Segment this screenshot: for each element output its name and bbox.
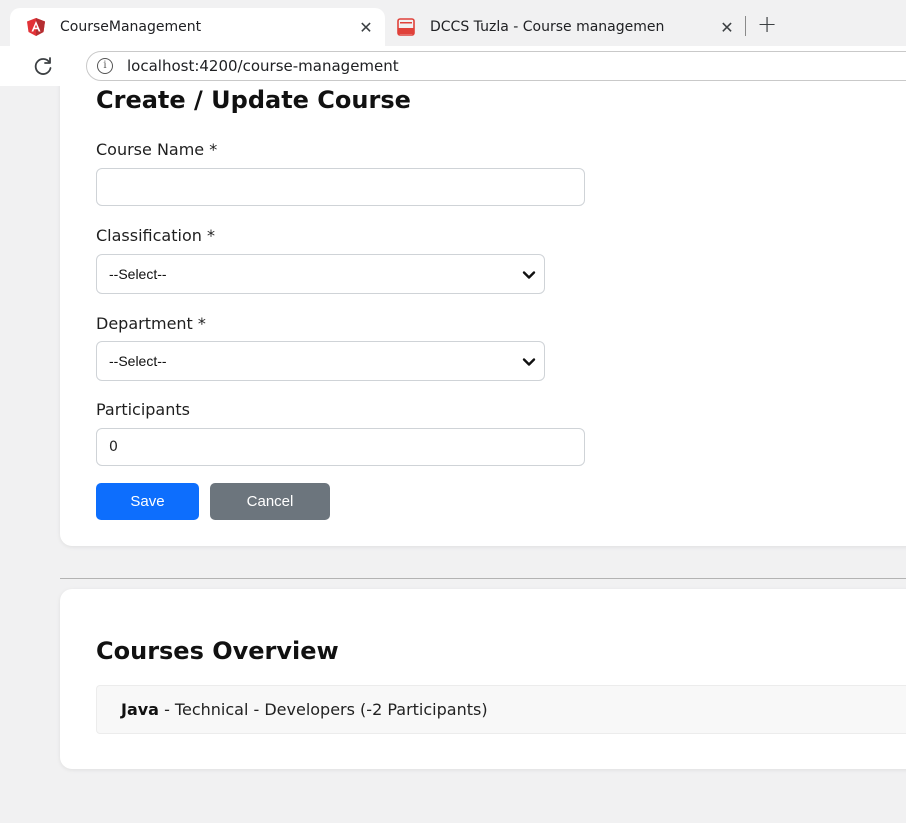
course-form-card: Create / Update Course Course Name * Cla…: [60, 86, 906, 546]
chevron-down-icon: [522, 358, 536, 366]
address-bar[interactable]: i localhost:4200/course-management: [86, 51, 906, 81]
course-name-label: Course Name *: [96, 140, 218, 159]
overview-title: Courses Overview: [96, 637, 339, 665]
section-divider: [60, 578, 906, 579]
department-label: Department *: [96, 314, 206, 333]
page-viewport: Create / Update Course Course Name * Cla…: [0, 86, 906, 823]
classification-selected-value: --Select--: [109, 266, 167, 282]
department-select[interactable]: --Select--: [96, 341, 545, 381]
participants-input[interactable]: [96, 428, 585, 466]
tab-title: CourseManagement: [60, 19, 202, 35]
url-text: localhost:4200/course-management: [127, 57, 399, 75]
course-name-input[interactable]: [96, 168, 585, 206]
tab-divider: [745, 16, 746, 36]
department-selected-value: --Select--: [109, 353, 167, 369]
course-name: Java: [121, 700, 159, 719]
form-title: Create / Update Course: [96, 86, 411, 114]
tab-bar: CourseManagement ✕ DCCS Tuzla - Course m…: [0, 0, 906, 46]
tab-title: DCCS Tuzla - Course managemen: [430, 19, 665, 35]
pdf-icon: [397, 18, 415, 36]
reload-icon[interactable]: [32, 55, 54, 77]
classification-label: Classification *: [96, 226, 215, 245]
tab-course-management[interactable]: CourseManagement ✕: [10, 8, 385, 46]
browser-toolbar: i localhost:4200/course-management: [0, 46, 906, 86]
tab-dccs-pdf[interactable]: DCCS Tuzla - Course managemen ✕: [392, 8, 777, 46]
chevron-down-icon: [522, 271, 536, 279]
close-icon[interactable]: ✕: [717, 18, 737, 37]
close-icon[interactable]: ✕: [356, 18, 376, 37]
classification-select[interactable]: --Select--: [96, 254, 545, 294]
info-icon[interactable]: i: [97, 58, 113, 74]
list-item[interactable]: Java - Technical - Developers (-2 Partic…: [96, 685, 906, 734]
participants-label: Participants: [96, 400, 190, 419]
courses-overview-card: Courses Overview Java - Technical - Deve…: [60, 589, 906, 769]
cancel-button[interactable]: Cancel: [210, 483, 330, 520]
angular-icon: [27, 18, 45, 36]
save-button[interactable]: Save: [96, 483, 199, 520]
course-details: - Technical - Developers (-2 Participant…: [158, 700, 488, 719]
new-tab-button[interactable]: +: [757, 10, 777, 38]
